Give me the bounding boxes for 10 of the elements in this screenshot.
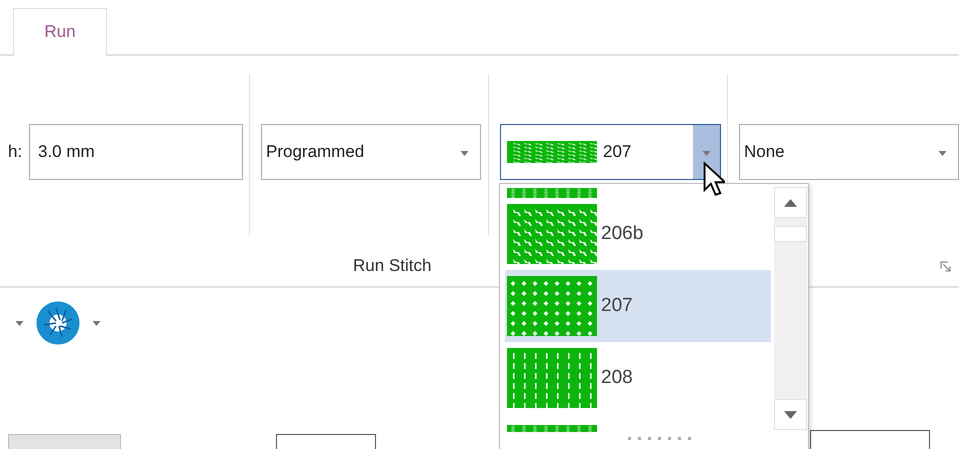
field-label: h: xyxy=(8,141,24,163)
pattern-option[interactable]: 207 xyxy=(505,270,771,342)
tab[interactable]: Run xyxy=(13,8,107,56)
option-dropdown[interactable]: None xyxy=(739,124,959,180)
pattern-option[interactable]: 206b xyxy=(505,198,771,270)
group-label: Run Stitch xyxy=(353,256,432,276)
type-dropdown[interactable]: Programmed xyxy=(261,124,481,180)
pattern-option[interactable]: 208 xyxy=(505,342,771,414)
pattern-combo[interactable]: 207 xyxy=(500,124,721,180)
length-field[interactable]: 3.0 mm xyxy=(29,124,243,180)
